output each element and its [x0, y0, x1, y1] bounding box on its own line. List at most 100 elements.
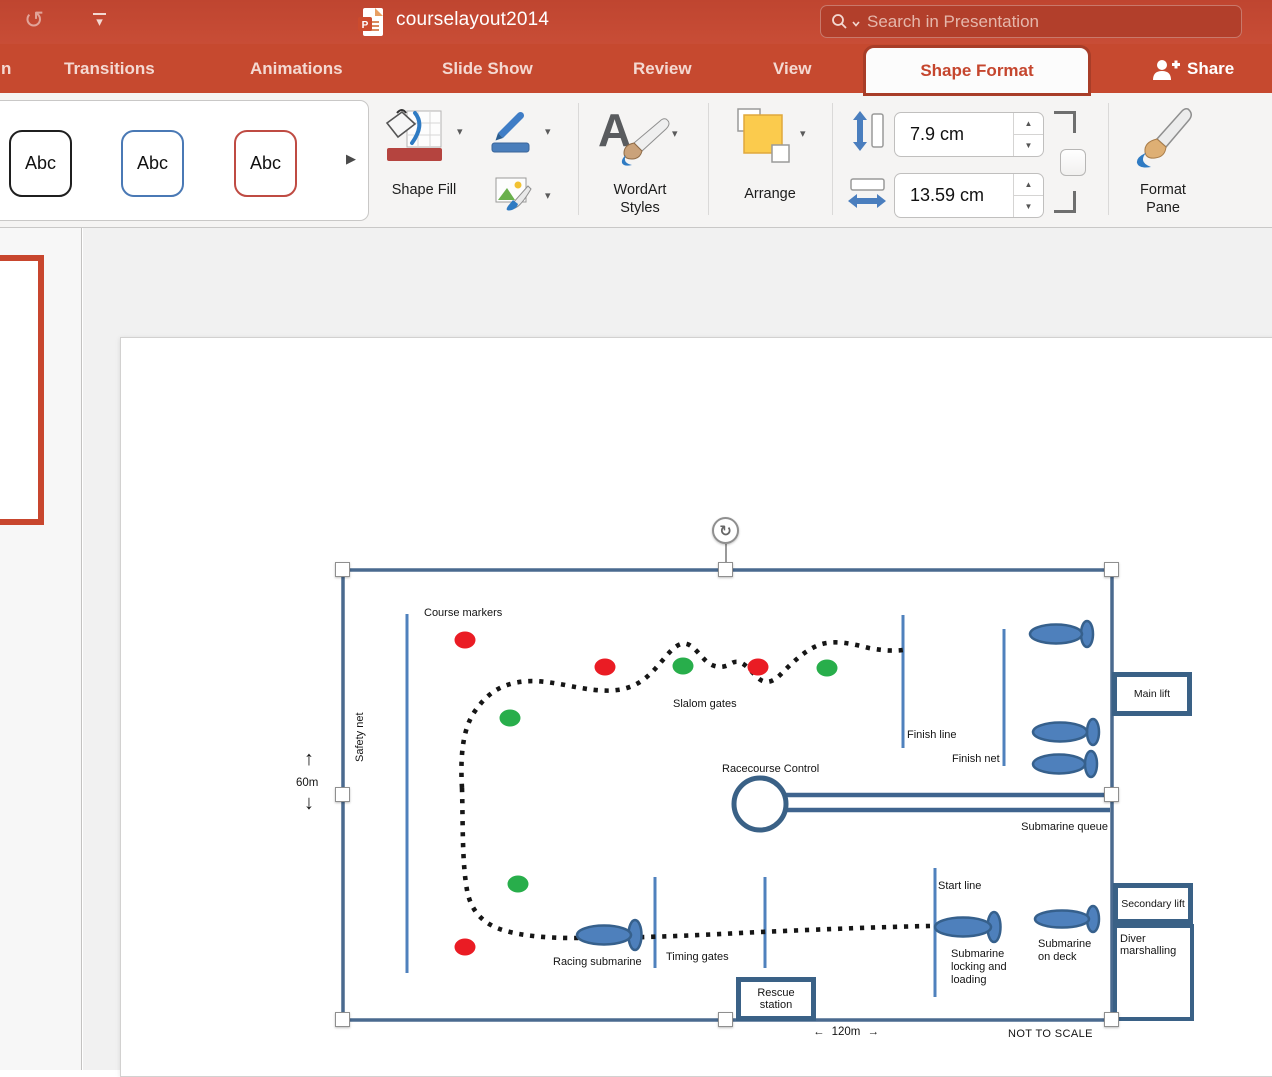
tab-shape-format[interactable]: Shape Format: [866, 48, 1088, 93]
tab-view[interactable]: View: [773, 44, 811, 93]
pencil-icon: [491, 111, 530, 153]
search-icon: [832, 13, 847, 29]
course-markers-red[interactable]: [454, 631, 769, 956]
shape-fill-caret-icon[interactable]: ▾: [457, 125, 463, 138]
shape-outline-button[interactable]: [490, 107, 532, 158]
search-box[interactable]: [820, 5, 1242, 38]
undo-button[interactable]: ↺: [24, 9, 44, 33]
submarine-locking-label[interactable]: Submarine locking and loading: [951, 948, 1015, 987]
queue-submarine-1[interactable]: [1028, 619, 1095, 649]
picture-effects-icon: [495, 177, 532, 211]
search-scope-chevron-icon[interactable]: [851, 20, 861, 28]
selection-handle-bottom-right[interactable]: [1104, 1012, 1119, 1027]
stepper-up-icon[interactable]: ▲: [1014, 174, 1043, 196]
stepper-down-icon[interactable]: ▼: [1014, 196, 1043, 217]
rotation-handle-stem: [725, 544, 727, 564]
shape-width-field[interactable]: ▲ ▼: [894, 173, 1044, 218]
aspect-bracket-bottom-icon: [1054, 191, 1076, 213]
submarine-on-deck-label[interactable]: Submarine on deck: [1038, 938, 1098, 964]
slalom-gates-label[interactable]: Slalom gates: [673, 698, 737, 711]
shape-fill-color-swatch[interactable]: [387, 148, 442, 161]
app-icon-letter: P: [362, 20, 369, 31]
arrange-label: Arrange: [744, 186, 796, 202]
left-arrow-icon: ←: [813, 1026, 825, 1038]
racing-submarine-shape[interactable]: [575, 918, 643, 952]
selection-handle-bottom-left[interactable]: [335, 1012, 350, 1027]
shape-width-icon: [848, 178, 886, 208]
racing-submarine-label[interactable]: Racing submarine: [553, 956, 642, 969]
shape-style-swatch-blue[interactable]: Abc: [121, 130, 184, 197]
start-line-label[interactable]: Start line: [938, 880, 981, 893]
shape-outline-caret-icon[interactable]: ▾: [545, 125, 551, 138]
shape-height-input[interactable]: [895, 124, 1013, 145]
rescue-station-box[interactable]: Rescue station: [736, 977, 816, 1021]
chevron-down-icon: ▾: [96, 14, 103, 29]
shape-height-field[interactable]: ▲ ▼: [894, 112, 1044, 157]
selection-handle-bottom-middle[interactable]: [718, 1012, 733, 1027]
arrange-caret-icon[interactable]: ▾: [800, 127, 806, 140]
rotation-handle[interactable]: ↻: [712, 517, 739, 544]
tab-transitions[interactable]: Transitions: [64, 44, 155, 93]
stepper-down-icon[interactable]: ▼: [1014, 135, 1043, 156]
shape-styles-gallery: Abc Abc Abc ▶: [0, 100, 369, 221]
format-pane-button[interactable]: [1136, 107, 1194, 178]
format-pane-brush-icon: [1136, 108, 1192, 168]
tab-animations[interactable]: Animations: [250, 44, 343, 93]
submarine-queue-label[interactable]: Submarine queue: [1018, 821, 1108, 834]
arrange-icon: [737, 108, 790, 163]
person-plus-icon: [1153, 59, 1180, 80]
start-line-submarine[interactable]: [933, 910, 1002, 944]
ribbon-divider: [832, 103, 833, 215]
course-markers-label[interactable]: Course markers: [424, 607, 502, 620]
arrange-button[interactable]: [736, 107, 792, 170]
width-stepper[interactable]: ▲ ▼: [1013, 174, 1043, 217]
finish-net-label[interactable]: Finish net: [952, 753, 1000, 766]
shape-effects-button[interactable]: [494, 176, 532, 217]
rotate-icon: ↻: [719, 522, 732, 540]
selection-handle-middle-left[interactable]: [335, 787, 350, 802]
tab-review[interactable]: Review: [633, 44, 692, 93]
quick-access-menu-button[interactable]: ▾: [93, 13, 106, 29]
safety-net-label[interactable]: Safety net: [354, 677, 367, 762]
ribbon-divider: [1108, 103, 1109, 215]
wordart-caret-icon[interactable]: ▾: [672, 127, 678, 140]
shape-style-swatch-black[interactable]: Abc: [9, 130, 72, 197]
paint-bucket-icon: [385, 109, 442, 148]
ribbon-divider: [708, 103, 709, 215]
length-dimension-label: 120m: [831, 1026, 861, 1038]
height-stepper[interactable]: ▲ ▼: [1013, 113, 1043, 156]
finish-line-label[interactable]: Finish line: [907, 729, 957, 742]
main-lift-box[interactable]: Main lift: [1112, 672, 1192, 716]
shape-width-input[interactable]: [895, 185, 1013, 206]
lock-aspect-ratio-checkbox[interactable]: [1060, 149, 1086, 176]
length-dimension[interactable]: ← 120m →: [813, 1026, 879, 1039]
shape-style-swatch-red[interactable]: Abc: [234, 130, 297, 197]
secondary-lift-box[interactable]: Secondary lift: [1113, 883, 1193, 924]
timing-gates-label[interactable]: Timing gates: [666, 951, 729, 964]
selection-handle-top-left[interactable]: [335, 562, 350, 577]
aspect-bracket-top-icon: [1054, 111, 1076, 133]
stepper-up-icon[interactable]: ▲: [1014, 113, 1043, 135]
share-button[interactable]: Share: [1150, 44, 1234, 93]
ribbon-tab-bar: n Transitions Animations Slide Show Revi…: [0, 44, 1272, 93]
down-arrow-icon: ↓: [304, 792, 314, 814]
racecourse-control-circle[interactable]: [731, 775, 789, 833]
tab-slide-show[interactable]: Slide Show: [442, 44, 533, 93]
selection-handle-middle-right[interactable]: [1104, 787, 1119, 802]
queue-submarine-2[interactable]: [1031, 717, 1101, 747]
wordart-styles-label: WordArt Styles: [613, 182, 667, 216]
height-dimension-label[interactable]: 60m: [296, 777, 318, 790]
ribbon: Abc Abc Abc ▶ ▾ Shape Fill ▾ ▾ A ▾ WordA…: [0, 93, 1272, 228]
tab-partial-left[interactable]: n: [1, 44, 11, 93]
shape-effects-caret-icon[interactable]: ▾: [545, 189, 551, 202]
selection-handle-top-right[interactable]: [1104, 562, 1119, 577]
racecourse-control-label[interactable]: Racecourse Control: [722, 763, 819, 776]
queue-submarine-3[interactable]: [1031, 749, 1099, 779]
selection-handle-top-middle[interactable]: [718, 562, 733, 577]
gallery-expand-button[interactable]: ▶: [346, 151, 356, 167]
on-deck-submarine[interactable]: [1033, 904, 1101, 934]
search-input[interactable]: [867, 11, 1231, 32]
undo-icon: ↺: [24, 7, 45, 34]
diver-marshalling-box[interactable]: Diver marshalling: [1113, 924, 1194, 1021]
share-label: Share: [1187, 58, 1235, 78]
